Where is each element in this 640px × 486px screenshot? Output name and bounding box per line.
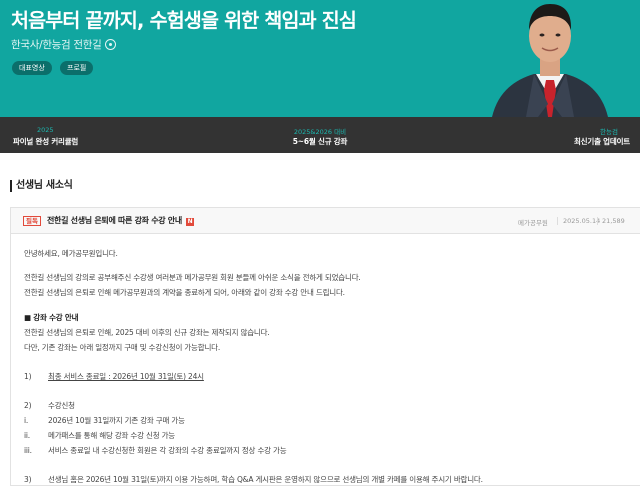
menu-item-label: 파이널 완성 커리큘럼 [13,137,79,146]
list-item: 1) 최종 서비스 종료일 : 2026년 10월 31일(토) 24시 [24,371,204,382]
sub-list-item: i. 2026년 10월 31일까지 기존 강좌 구매 가능 [24,415,185,426]
list-number: i. [24,416,29,425]
meta-divider [597,217,598,225]
video-button[interactable]: 대표영상 [12,61,52,75]
paragraph-line: 전한길 선생님의 은퇴로 인해 메가공무원과의 계약을 종료하게 되어, 아래와… [24,288,345,297]
list-text: 서비스 종료일 내 수강신청한 회원은 각 강좌의 수강 종료일까지 정상 수강… [48,446,287,455]
paragraph-line: 전한길 선생님의 강의로 공부해주신 수강생 여러분과 메가공무원 회원 분들께… [24,273,361,282]
sub-list-item: ii. 메가패스를 통해 해당 강좌 수강 신청 가능 [24,430,175,441]
menu-item-tag: 2025&2026 대비 [293,128,347,136]
list-number: ii. [24,431,30,440]
hero-subtitle: 한국사/한능검 전한길 [11,37,116,52]
hero-banner: 처음부터 끝까지, 수험생을 위한 책임과 진심 한국사/한능검 전한길 대표영… [0,0,640,117]
menu-item-exam-updates[interactable]: 한능검 최신기출 업데이트 [427,117,640,153]
menu-item-tag: 한능검 [600,128,618,136]
meta-divider [557,217,558,225]
instructor-photo [492,4,608,117]
list-number: iii. [24,446,32,455]
feature-menu: 2025 파이널 완성 커리큘럼 2025&2026 대비 5~6월 신규 강좌… [0,117,640,153]
menu-item-curriculum[interactable]: 2025 파이널 완성 커리큘럼 [0,117,213,153]
menu-item-tag: 2025 [37,126,54,134]
list-number: 1) [24,372,32,381]
list-text: 최종 서비스 종료일 : 2026년 10월 31일(토) 24시 [48,372,204,381]
menu-item-label: 5~6월 신규 강좌 [292,137,348,146]
profile-button[interactable]: 프로필 [60,61,94,75]
sub-list-item: iii. 서비스 종료일 내 수강신청한 회원은 각 강좌의 수강 종료일까지 정… [24,445,287,456]
post-title[interactable]: 전한길 선생님 은퇴에 따른 강좌 수강 안내 N [47,215,194,226]
list-text: 2026년 10월 31일까지 기존 강좌 구매 가능 [48,416,185,425]
list-item: 3) 선생님 홈은 2026년 10월 31일(토)까지 이용 가능하며, 학습 … [24,474,483,485]
hero-title: 처음부터 끝까지, 수험생을 위한 책임과 진심 [11,9,357,32]
hero-subtitle-text: 한국사/한능검 전한길 [11,39,102,51]
post-author: 메가공무원 [518,219,548,227]
section-heading: ■ 강좌 수강 안내 [24,313,79,322]
paragraph-line: 전한길 선생님의 은퇴로 인해, 2025 대비 이후의 신규 강좌는 제작되지… [24,328,270,337]
post-views: 21,589 [602,217,625,225]
menu-item-label: 최신기출 업데이트 [573,137,630,146]
paragraph-line: 다만, 기존 강좌는 아래 일정까지 구매 및 수강신청이 가능합니다. [24,343,221,352]
list-number: 2) [24,401,32,410]
section-title: 선생님 새소식 [10,180,73,192]
post-title-text: 전한길 선생님 은퇴에 따른 강좌 수강 안내 [47,216,182,225]
post-header: 필독 전한길 선생님 은퇴에 따른 강좌 수강 안내 N 메가공무원 2025.0… [11,208,640,234]
menu-item-new-courses[interactable]: 2025&2026 대비 5~6월 신규 강좌 [213,117,426,153]
list-text: 선생님 홈은 2026년 10월 31일(토)까지 이용 가능하며, 학습 Q&… [48,475,483,484]
list-number: 3) [24,475,32,484]
play-circle-icon[interactable] [104,39,116,50]
new-icon: N [185,218,194,226]
list-item: 2) 수강신청 [24,400,75,411]
list-text: 메가패스를 통해 해당 강좌 수강 신청 가능 [48,431,176,440]
notice-post: 필독 전한길 선생님 은퇴에 따른 강좌 수강 안내 N 메가공무원 2025.0… [10,207,640,486]
greeting-line: 안녕하세요, 메가공무원입니다. [24,249,118,258]
list-text: 수강신청 [48,401,75,410]
post-date: 2025.05.14 [563,217,601,225]
must-read-badge: 필독 [23,216,41,226]
